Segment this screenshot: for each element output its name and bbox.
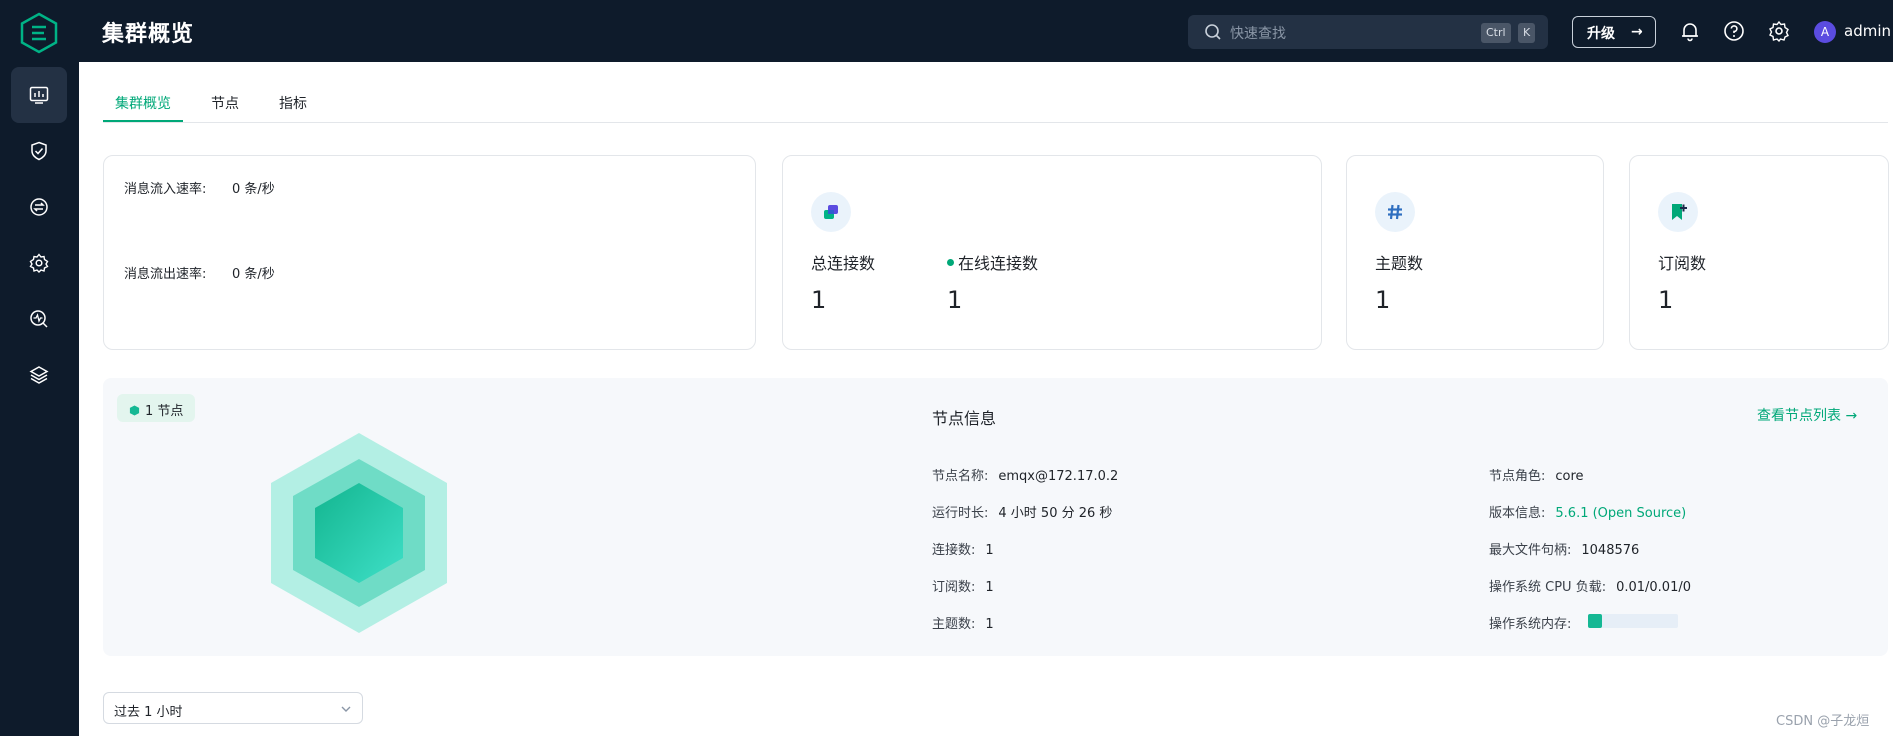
cpu-load-row: 操作系统 CPU 负载: 0.01/0.01/0 xyxy=(1489,580,1691,595)
topics-card: 主题数 1 xyxy=(1346,155,1604,350)
chevron-down-icon xyxy=(341,706,351,712)
online-status-dot xyxy=(947,259,954,266)
inbound-rate-label: 消息流入速率: xyxy=(124,182,207,197)
shortcut-k-key: K xyxy=(1518,23,1536,43)
connections-card: 总连接数 1 在线连接数 1 xyxy=(782,155,1322,350)
node-connections-row: 连接数: 1 xyxy=(932,543,994,558)
upgrade-label: 升级 xyxy=(1587,26,1615,42)
help-icon[interactable] xyxy=(1723,20,1745,42)
sidebar xyxy=(0,62,79,736)
shield-check-icon xyxy=(31,141,47,161)
subscriptions-icon-wrap xyxy=(1658,192,1698,232)
node-topics-row: 主题数: 1 xyxy=(932,617,994,632)
sidebar-item-extensions[interactable] xyxy=(11,347,67,403)
arrow-right-icon: → xyxy=(1631,24,1643,40)
hash-icon xyxy=(1388,204,1402,220)
page-title: 集群概览 xyxy=(102,22,195,47)
connections-icon xyxy=(824,205,838,219)
sidebar-item-management[interactable] xyxy=(11,235,67,291)
time-range-value: 过去 1 小时 xyxy=(114,705,183,720)
node-hexagon-graphic[interactable] xyxy=(271,433,447,633)
node-count-badge: 1 节点 xyxy=(117,394,196,422)
online-connections-value: 1 xyxy=(947,286,963,314)
version-row: 版本信息: 5.6.1 (Open Source) xyxy=(1489,506,1687,521)
subscriptions-value: 1 xyxy=(1658,286,1674,314)
tab-nodes[interactable]: 节点 xyxy=(211,93,239,113)
message-rate-card: 消息流入速率: 0 条/秒 消息流出速率: 0 条/秒 xyxy=(103,155,756,350)
subscriptions-card: 订阅数 1 xyxy=(1629,155,1889,350)
online-connections-label-wrap: 在线连接数 xyxy=(947,250,1038,274)
gear-management-icon xyxy=(29,253,49,273)
topics-icon-wrap xyxy=(1375,192,1415,232)
total-connections-label: 总连接数 xyxy=(811,254,876,273)
search-input[interactable]: 快速查找 Ctrl K xyxy=(1188,15,1548,49)
dashboard-icon xyxy=(29,86,49,104)
topics-label: 主题数 xyxy=(1375,254,1424,273)
tab-metrics[interactable]: 指标 xyxy=(279,93,307,113)
bookmark-plus-icon xyxy=(1672,204,1687,220)
time-range-select[interactable]: 过去 1 小时 xyxy=(103,692,363,724)
connections-icon-wrap xyxy=(811,192,851,232)
tab-bar: 集群概览 节点 指标 xyxy=(103,88,1888,123)
max-fds-row: 最大文件句柄: 1048576 xyxy=(1489,543,1640,558)
version-link[interactable]: 5.6.1 (Open Source) xyxy=(1555,506,1686,521)
sidebar-item-integration[interactable] xyxy=(11,179,67,235)
sidebar-item-dashboard[interactable] xyxy=(11,67,67,123)
sidebar-item-access-control[interactable] xyxy=(11,123,67,179)
node-count-label: 1 节点 xyxy=(145,404,184,419)
online-connections-label: 在线连接数 xyxy=(958,254,1039,273)
layers-icon xyxy=(29,366,49,384)
monitor-search-icon xyxy=(30,310,48,328)
emqx-logo-icon[interactable] xyxy=(18,12,60,54)
outbound-rate-label: 消息流出速率: xyxy=(124,267,207,282)
upgrade-button[interactable]: 升级 → xyxy=(1572,16,1656,48)
outbound-rate-value: 0 条/秒 xyxy=(232,267,275,282)
memory-usage-bar xyxy=(1588,614,1678,628)
bell-icon[interactable] xyxy=(1679,20,1701,42)
view-node-list-link[interactable]: 查看节点列表 → xyxy=(1757,405,1857,425)
search-icon xyxy=(1205,24,1221,40)
node-subscriptions-row: 订阅数: 1 xyxy=(932,580,994,595)
subscriptions-label: 订阅数 xyxy=(1658,254,1707,273)
topics-value: 1 xyxy=(1375,286,1391,314)
node-role-row: 节点角色: core xyxy=(1489,469,1584,484)
username[interactable]: admin xyxy=(1844,22,1891,40)
uptime-row: 运行时长: 4 小时 50 分 26 秒 xyxy=(932,506,1113,521)
active-tab-indicator xyxy=(103,120,183,122)
top-bar: 集群概览 快速查找 Ctrl K 升级 → A admin xyxy=(0,0,1893,62)
gear-icon[interactable] xyxy=(1768,20,1790,42)
shortcut-ctrl-key: Ctrl xyxy=(1481,23,1511,43)
tab-cluster-overview[interactable]: 集群概览 xyxy=(115,93,171,113)
node-info-title: 节点信息 xyxy=(932,409,997,428)
memory-row: 操作系统内存: xyxy=(1489,617,1572,632)
search-placeholder: 快速查找 xyxy=(1230,26,1286,42)
integration-icon xyxy=(30,198,48,216)
sidebar-item-diagnose[interactable] xyxy=(11,291,67,347)
inbound-rate-value: 0 条/秒 xyxy=(232,182,275,197)
node-name-row: 节点名称: emqx@172.17.0.2 xyxy=(932,469,1119,484)
avatar[interactable]: A xyxy=(1814,21,1836,43)
memory-usage-fill xyxy=(1588,614,1603,628)
total-connections-value: 1 xyxy=(811,286,827,314)
hexagon-icon xyxy=(129,405,140,416)
watermark: CSDN @子龙烜 xyxy=(1776,714,1870,729)
